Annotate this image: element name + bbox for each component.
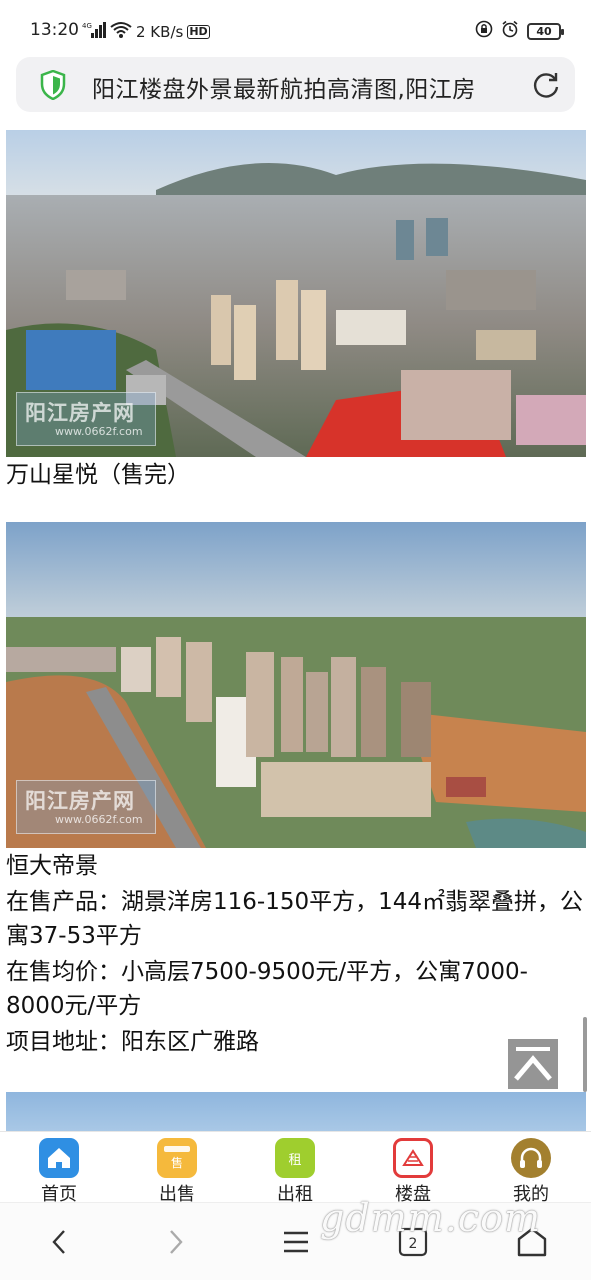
status-indicators: 4G 2 KB/s HD <box>82 21 210 43</box>
listing-address: 项目地址：阳东区广雅路 <box>6 1029 259 1055</box>
address-bar[interactable]: 阳江楼盘外景最新航拍高清图,阳江房 <box>16 57 575 112</box>
wifi-icon <box>110 21 132 43</box>
battery-icon: 40 <box>527 22 564 40</box>
listing-title[interactable]: 万山星悦（售完） <box>6 458 586 492</box>
arrow-up-icon <box>514 1047 552 1081</box>
sale-icon: 售 <box>157 1138 197 1178</box>
hd-icon: HD <box>187 25 210 39</box>
reload-icon[interactable] <box>531 70 561 104</box>
site-watermark: gdmm.com <box>320 1196 541 1240</box>
nav-rent[interactable]: 租 出租 <box>265 1138 325 1206</box>
scrollbar[interactable] <box>583 1017 587 1092</box>
status-time: 13:20 <box>30 20 79 40</box>
building-icon <box>393 1138 433 1178</box>
svg-text:租: 租 <box>288 1153 301 1168</box>
bottom-navigation: 首页 售 出售 租 出租 楼盘 我的 <box>0 1131 591 1205</box>
back-icon[interactable] <box>50 1225 70 1263</box>
menu-icon[interactable] <box>282 1225 310 1263</box>
status-right: 40 <box>475 20 564 42</box>
svg-text:4G: 4G <box>82 22 92 30</box>
watermark-logo: 阳江房产网 www.0662f.com <box>16 392 156 446</box>
alarm-icon <box>501 20 519 42</box>
listing-title[interactable]: 恒大帝景 <box>6 849 586 883</box>
forward-icon[interactable] <box>165 1225 185 1263</box>
lock-rotation-icon <box>475 20 493 42</box>
watermark-logo: 阳江房产网 www.0662f.com <box>16 780 156 834</box>
signal-icon: 4G <box>82 21 106 43</box>
nav-sale[interactable]: 售 出售 <box>147 1138 207 1206</box>
aerial-photo-hengda[interactable]: 阳江房产网 www.0662f.com <box>6 522 586 848</box>
security-shield-icon[interactable] <box>40 69 66 104</box>
aerial-photo-next[interactable] <box>6 1092 586 1132</box>
status-bar: 13:20 4G 2 KB/s HD 40 <box>0 0 591 58</box>
aerial-photo-wanshan[interactable]: 阳江房产网 www.0662f.com <box>6 130 586 457</box>
listing-price: 在售均价：小高层7500-9500元/平方，公寓7000-8000元/平方 <box>6 959 528 1019</box>
page-title-url[interactable]: 阳江楼盘外景最新航拍高清图,阳江房 <box>92 70 512 104</box>
page-content[interactable]: 阳江房产网 www.0662f.com 万山星悦（售完） 阳江房产网 www.0… <box>0 122 591 1132</box>
headset-icon <box>511 1138 551 1178</box>
home-icon <box>39 1138 79 1178</box>
network-speed: 2 KB/s <box>136 23 184 41</box>
back-to-top-button[interactable] <box>508 1039 558 1089</box>
nav-home[interactable]: 首页 <box>29 1138 89 1206</box>
rent-icon: 租 <box>275 1138 315 1178</box>
listing-products: 在售产品：湖景洋房116-150平方，144㎡翡翠叠拼，公寓37-53平方 <box>6 889 583 949</box>
svg-text:售: 售 <box>171 1155 183 1170</box>
